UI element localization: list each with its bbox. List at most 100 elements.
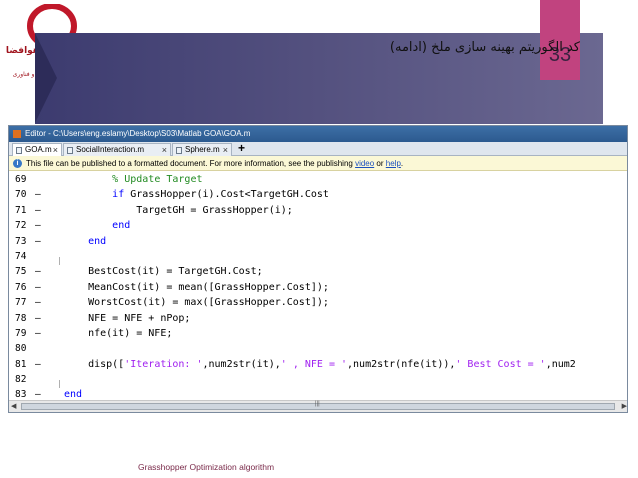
matlab-icon <box>13 130 21 138</box>
code-line[interactable]: 70 — if GrassHopper(i).Cost<TargetGH.Cost <box>9 187 627 202</box>
code-token: MeanCost(it) = mean([GrassHopper.Cost]); <box>64 281 329 293</box>
code-line[interactable]: 72 — end <box>9 218 627 233</box>
breakpoint-marker[interactable]: — <box>35 280 41 295</box>
code-token: % Update Target <box>112 174 203 185</box>
line-number: 78 <box>15 312 27 324</box>
code-token: ' Best Cost = ' <box>455 358 546 370</box>
breakpoint-marker[interactable]: — <box>35 326 41 341</box>
line-number: 75 <box>15 266 27 278</box>
code-text: nfe(it) = NFE; <box>64 326 172 341</box>
code-line[interactable]: 80 <box>9 341 627 356</box>
help-link[interactable]: help <box>386 159 401 168</box>
tab-socialinteraction[interactable]: SocialInteraction.m × <box>63 143 171 156</box>
code-token: GrassHopper(i).Cost<TargetGH.Cost <box>124 189 329 201</box>
code-area[interactable]: 69 % Update Target 70 — if GrassHopper(i).… <box>9 172 627 401</box>
breakpoint-marker[interactable]: — <box>35 311 41 326</box>
line-number: 74 <box>15 250 27 262</box>
code-text: MeanCost(it) = mean([GrassHopper.Cost]); <box>64 280 329 295</box>
code-token: TargetGH = GrassHopper(i); <box>64 204 293 216</box>
video-link[interactable]: video <box>355 159 374 168</box>
line-number: 69 <box>15 174 27 185</box>
code-token: end <box>112 220 131 232</box>
line-number: 73 <box>15 235 27 247</box>
code-line[interactable]: 75 — BestCost(it) = TargetGH.Cost; <box>9 264 627 279</box>
file-icon <box>67 147 73 154</box>
code-token: ,num2str(nfe(it)), <box>347 358 456 370</box>
code-text: end <box>64 234 106 249</box>
code-text: end <box>64 218 130 233</box>
line-number: 79 <box>15 327 27 339</box>
code-token: if <box>112 189 125 201</box>
breakpoint-marker[interactable]: — <box>35 387 41 401</box>
code-text: if GrassHopper(i).Cost<TargetGH.Cost <box>64 187 329 202</box>
code-line[interactable]: 76 — MeanCost(it) = mean([GrassHopper.Cos… <box>9 280 627 295</box>
info-icon: i <box>13 159 22 168</box>
code-line[interactable]: 81 — disp(['Iteration: ',num2str(it),' , … <box>9 357 627 372</box>
code-text: end <box>64 387 82 401</box>
breakpoint-marker[interactable]: — <box>35 264 41 279</box>
code-text: % Update Target <box>64 172 202 187</box>
matlab-editor-window: Editor - C:\Users\eng.eslamy\Desktop\S03… <box>8 125 628 413</box>
line-number: 82 <box>15 374 27 386</box>
code-token: disp([ <box>64 358 125 370</box>
close-icon[interactable]: × <box>223 144 228 156</box>
tab-label: Sphere.m <box>185 145 220 154</box>
code-line[interactable]: 82 <box>9 372 627 387</box>
tab-goa[interactable]: GOA.m × <box>12 143 62 156</box>
breakpoint-marker[interactable]: — <box>35 357 41 372</box>
close-icon[interactable]: × <box>162 144 167 156</box>
breakpoint-marker[interactable]: — <box>35 234 41 249</box>
code-token: WorstCost(it) = max([GrassHopper.Cost]); <box>64 297 329 309</box>
horizontal-scrollbar[interactable]: ◀ ||| ▶ <box>9 400 627 412</box>
line-number: 81 <box>15 358 27 370</box>
line-number: 71 <box>15 204 27 216</box>
slide-title: کد الگوریتم بهینه سازی ملخ (ادامه) <box>389 40 580 55</box>
breakpoint-marker[interactable]: — <box>35 187 41 202</box>
code-line[interactable]: 78 — NFE = NFE + nPop; <box>9 311 627 326</box>
breakpoint-marker[interactable]: — <box>35 295 41 310</box>
publish-info-bar: i This file can be published to a format… <box>9 156 627 171</box>
code-text: TargetGH = GrassHopper(i); <box>64 203 293 218</box>
scroll-left-icon[interactable]: ◀ <box>11 402 16 410</box>
breakpoint-marker[interactable]: — <box>35 203 41 218</box>
line-number: 83 <box>15 389 27 401</box>
info-end: . <box>400 159 404 168</box>
code-line[interactable]: 73 — end <box>9 234 627 249</box>
code-text: NFE = NFE + nPop; <box>64 311 190 326</box>
header-arrow-decoration <box>35 33 57 123</box>
code-text: disp(['Iteration: ',num2str(it),' , NFE … <box>64 357 576 372</box>
slide-footer: Grasshopper Optimization algorithm <box>138 462 275 472</box>
file-icon <box>16 147 22 154</box>
editor-tabbar: GOA.m × SocialInteraction.m × Sphere.m ×… <box>9 142 627 156</box>
scroll-grip: ||| <box>315 401 320 407</box>
editor-titlebar: Editor - C:\Users\eng.eslamy\Desktop\S03… <box>9 126 627 142</box>
code-token: ' , NFE = ' <box>280 358 348 370</box>
code-token: BestCost(it) = TargetGH.Cost; <box>64 266 263 278</box>
add-tab-button[interactable]: + <box>234 142 249 155</box>
code-line[interactable]: 77 — WorstCost(it) = max([GrassHopper.Cos… <box>9 295 627 310</box>
info-text: This file can be published to a formatte… <box>26 159 356 168</box>
code-line[interactable]: 71 — TargetGH = GrassHopper(i); <box>9 203 627 218</box>
breakpoint-marker[interactable]: — <box>35 218 41 233</box>
close-icon[interactable]: × <box>53 144 58 156</box>
code-line[interactable]: 79 — nfe(it) = NFE; <box>9 326 627 341</box>
code-token: NFE = NFE + nPop; <box>64 312 191 324</box>
line-number: 70 <box>15 189 27 201</box>
code-line[interactable]: 74 <box>9 249 627 264</box>
editor-title: Editor - C:\Users\eng.eslamy\Desktop\S03… <box>25 129 251 138</box>
line-number: 76 <box>15 281 27 293</box>
scroll-right-icon[interactable]: ▶ <box>622 402 627 410</box>
tab-label: GOA.m <box>25 145 52 154</box>
code-line[interactable]: 69 % Update Target <box>9 172 627 187</box>
code-token: end <box>88 235 107 247</box>
tab-sphere[interactable]: Sphere.m × <box>172 143 232 156</box>
code-token: 'Iteration: ' <box>124 358 203 370</box>
code-token: nfe(it) = NFE; <box>64 327 173 339</box>
code-token: ,num2str(it), <box>202 358 281 370</box>
code-token: end <box>64 389 83 401</box>
code-line[interactable]: 83 — end <box>9 387 627 401</box>
